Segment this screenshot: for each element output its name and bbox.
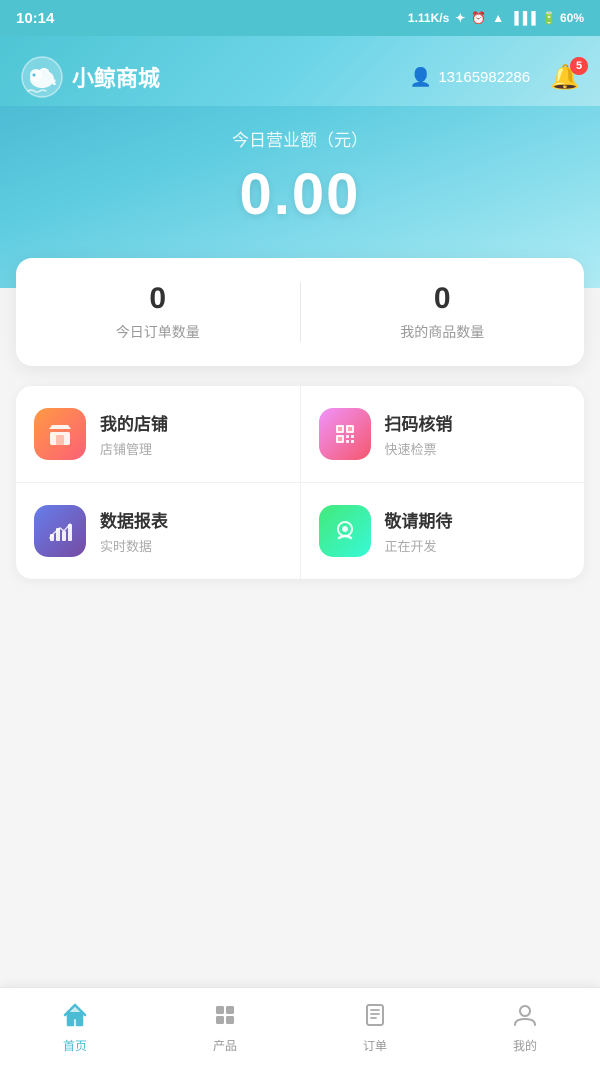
status-bar: 10:14 1.11K/s ✦ ⏰ ▲ ▐▐▐ 🔋 60% bbox=[0, 0, 600, 36]
stats-card: 0 今日订单数量 0 我的商品数量 bbox=[16, 258, 584, 366]
nav-home[interactable]: 首页 bbox=[0, 993, 150, 1062]
mine-icon bbox=[511, 1001, 539, 1033]
nav-mine-label: 我的 bbox=[513, 1037, 537, 1054]
revenue-label: 今日营业额（元） bbox=[20, 126, 580, 151]
scan-icon bbox=[319, 408, 371, 460]
nav-orders[interactable]: 订单 bbox=[300, 993, 450, 1062]
orders-label: 今日订单数量 bbox=[16, 322, 300, 342]
stat-products: 0 我的商品数量 bbox=[301, 282, 585, 342]
products-value: 0 bbox=[301, 282, 585, 316]
orders-icon bbox=[361, 1001, 389, 1033]
menu-item-report[interactable]: 数据报表 实时数据 bbox=[16, 483, 301, 579]
nav-products[interactable]: 产品 bbox=[150, 993, 300, 1062]
app-name: 小鲸商城 bbox=[72, 61, 160, 93]
nav-orders-label: 订单 bbox=[363, 1037, 387, 1054]
network-speed: 1.11K/s bbox=[408, 11, 449, 25]
logo-area: 小鲸商城 bbox=[20, 55, 160, 99]
menu-item-scan[interactable]: 扫码核销 快速检票 bbox=[301, 386, 585, 482]
coming-icon bbox=[319, 505, 371, 557]
shop-title: 我的店铺 bbox=[100, 410, 168, 435]
wifi-icon: ▲ bbox=[492, 11, 504, 25]
home-icon bbox=[61, 1001, 89, 1033]
shop-icon bbox=[34, 408, 86, 460]
revenue-amount: 0.00 bbox=[20, 161, 580, 228]
status-center: 1.11K/s ✦ ⏰ ▲ ▐▐▐ 🔋 60% bbox=[408, 11, 584, 25]
bell-area[interactable]: 🔔 5 bbox=[550, 63, 580, 92]
scan-subtitle: 快速检票 bbox=[385, 439, 453, 458]
products-label: 我的商品数量 bbox=[301, 322, 585, 342]
bottom-nav: 首页 产品 订单 bbox=[0, 987, 600, 1067]
coming-text: 敬请期待 正在开发 bbox=[385, 507, 453, 555]
battery-icon: 🔋 60% bbox=[542, 11, 584, 25]
shop-text: 我的店铺 店铺管理 bbox=[100, 410, 168, 458]
shop-subtitle: 店铺管理 bbox=[100, 439, 168, 458]
notification-badge: 5 bbox=[570, 57, 588, 75]
user-info[interactable]: 👤 13165982286 bbox=[410, 67, 530, 88]
scan-title: 扫码核销 bbox=[385, 410, 453, 435]
stat-orders: 0 今日订单数量 bbox=[16, 282, 301, 342]
products-icon bbox=[211, 1001, 239, 1033]
alarm-icon: ⏰ bbox=[471, 11, 486, 25]
app-header: 小鲸商城 👤 13165982286 🔔 5 bbox=[0, 36, 600, 106]
status-time: 10:14 bbox=[16, 10, 54, 27]
header-right: 👤 13165982286 🔔 5 bbox=[410, 63, 580, 92]
report-text: 数据报表 实时数据 bbox=[100, 507, 168, 555]
scan-text: 扫码核销 快速检票 bbox=[385, 410, 453, 458]
user-phone: 13165982286 bbox=[438, 69, 530, 86]
menu-row-2: 数据报表 实时数据 敬请期待 正在开发 bbox=[16, 483, 584, 579]
nav-mine[interactable]: 我的 bbox=[450, 993, 600, 1062]
nav-home-label: 首页 bbox=[63, 1037, 87, 1054]
menu-row-1: 我的店铺 店铺管理 扫码核销 bbox=[16, 386, 584, 483]
orders-value: 0 bbox=[16, 282, 300, 316]
coming-title: 敬请期待 bbox=[385, 507, 453, 532]
menu-item-coming[interactable]: 敬请期待 正在开发 bbox=[301, 483, 585, 579]
bluetooth-icon: ✦ bbox=[455, 11, 465, 25]
logo-whale-icon bbox=[20, 55, 64, 99]
signal-icon: ▐▐▐ bbox=[510, 11, 536, 25]
user-icon: 👤 bbox=[410, 67, 432, 88]
menu-item-shop[interactable]: 我的店铺 店铺管理 bbox=[16, 386, 301, 482]
menu-grid: 我的店铺 店铺管理 扫码核销 bbox=[16, 386, 584, 579]
nav-products-label: 产品 bbox=[213, 1037, 237, 1054]
report-title: 数据报表 bbox=[100, 507, 168, 532]
coming-subtitle: 正在开发 bbox=[385, 536, 453, 555]
report-subtitle: 实时数据 bbox=[100, 536, 168, 555]
report-icon bbox=[34, 505, 86, 557]
